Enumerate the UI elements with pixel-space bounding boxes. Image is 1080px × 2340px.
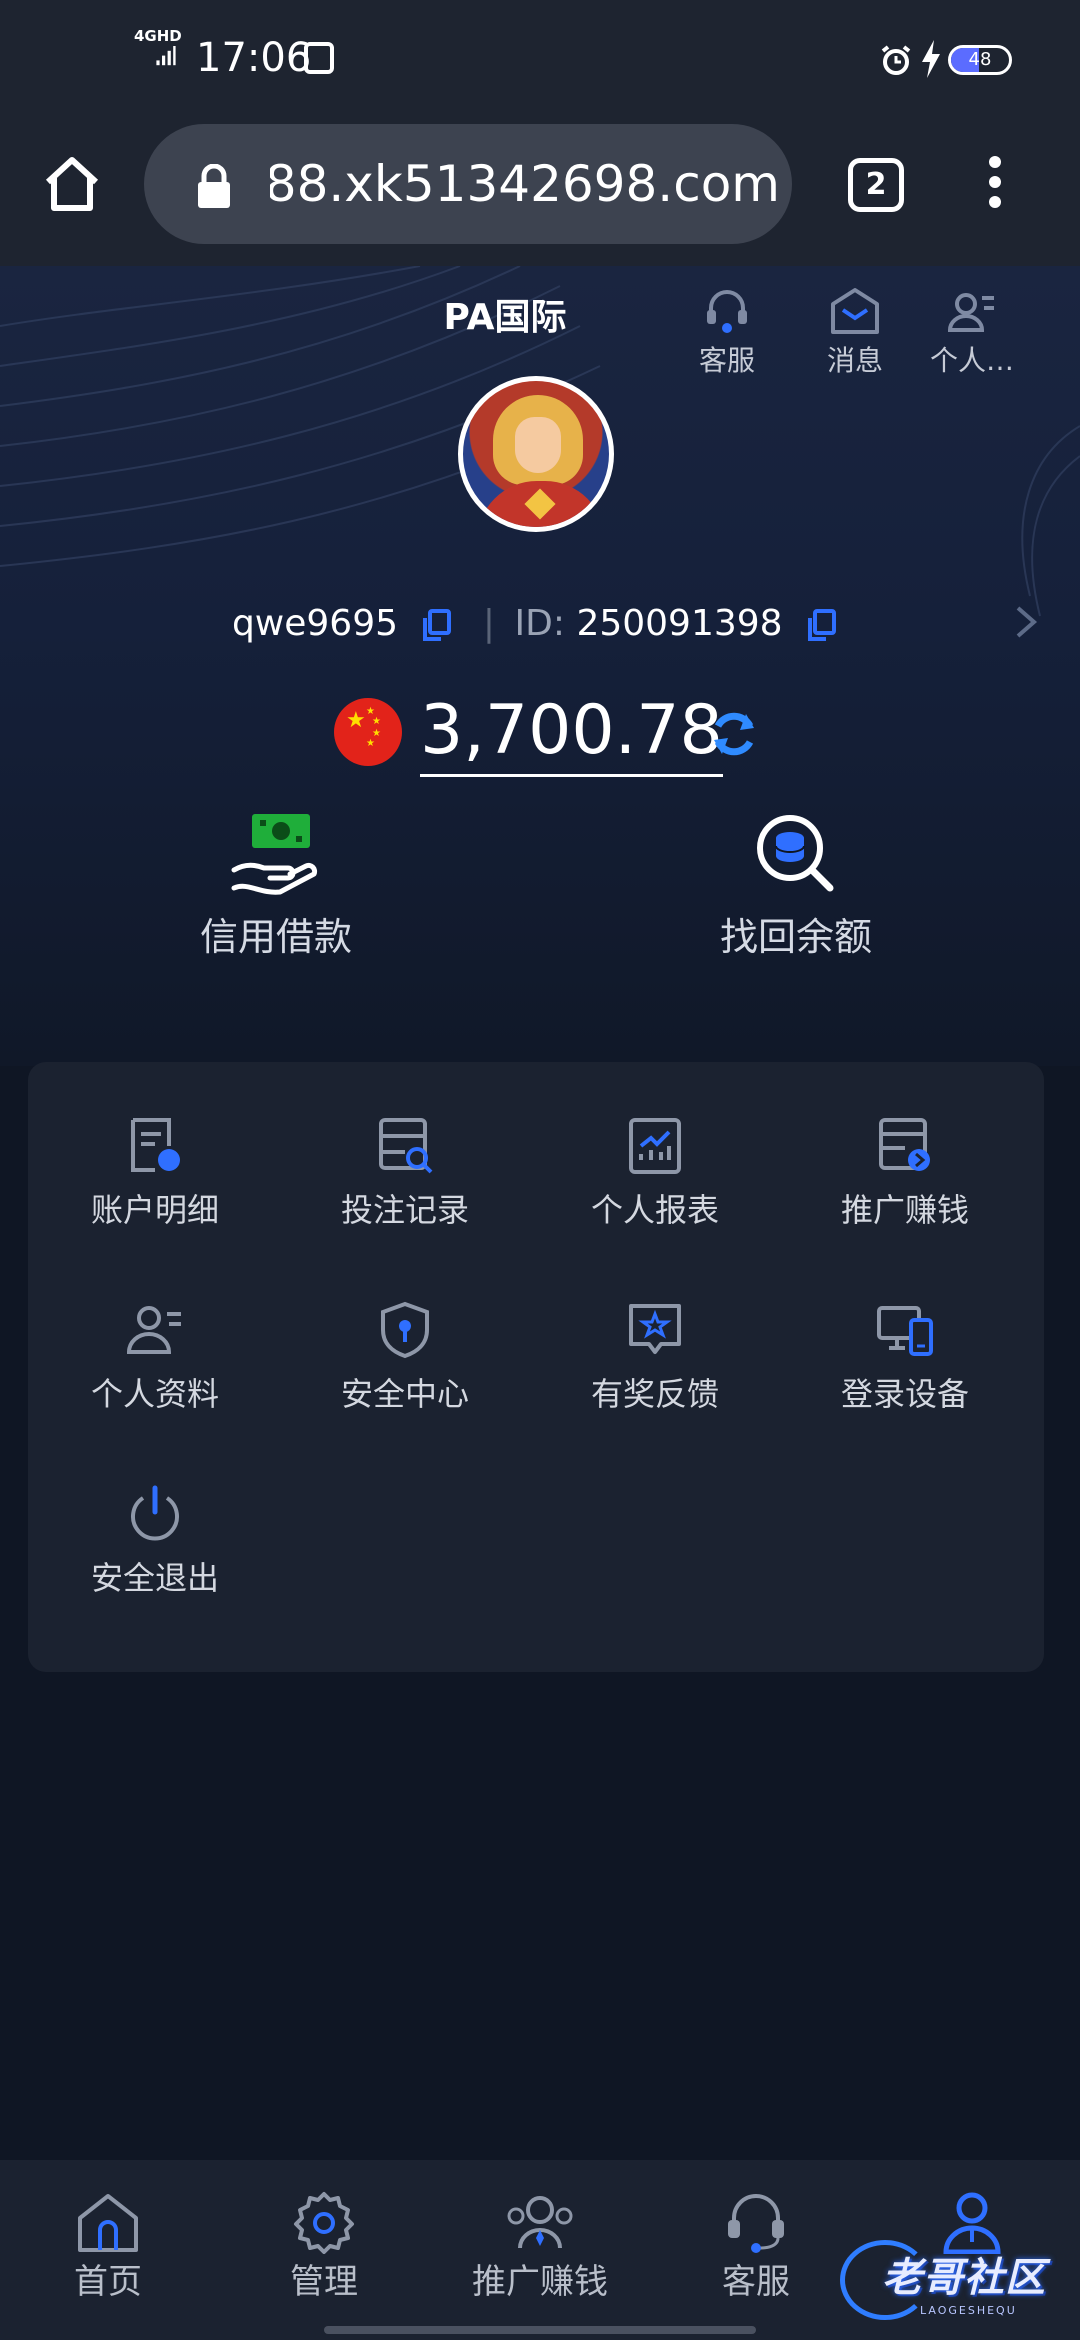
profile-icon [126, 1306, 181, 1354]
group-icon [507, 2196, 573, 2249]
menu-item-promote[interactable]: 推广赚钱 [778, 1116, 1032, 1266]
battery-level: 48 [968, 49, 992, 70]
account-detail-icon [131, 1118, 180, 1172]
report-icon [629, 1118, 681, 1174]
menu-item-personal-report[interactable]: 个人报表 [528, 1116, 782, 1266]
menu-item-profile[interactable]: 个人资料 [28, 1300, 282, 1450]
browser-menu-icon[interactable] [980, 152, 1010, 216]
clock: 17:06 [196, 35, 312, 81]
power-icon [131, 1485, 179, 1541]
headset-icon [707, 290, 747, 333]
site-title: PA国际 [443, 297, 567, 338]
nav-customer-service[interactable]: 客服 [656, 2190, 856, 2302]
battery-indicator: 48 [948, 45, 1012, 75]
network-type: 4GHD [134, 27, 182, 45]
refresh-icon[interactable] [706, 706, 762, 762]
gear-icon [294, 2192, 354, 2254]
menu-item-bet-record[interactable]: 投注记录 [278, 1116, 532, 1266]
cn-flag-icon: ★ ★ ★ ★ ★ [334, 698, 402, 766]
device-icon [877, 1306, 933, 1356]
nav-promote[interactable]: 推广赚钱 [440, 2190, 640, 2302]
lock-icon [198, 164, 230, 208]
function-menu: 账户明细 投注记录 个人报表 推广赚钱 个人资料 安全中心 有奖反馈 登录设备 … [28, 1062, 1044, 1672]
profile-header: PA国际 客服 消息 个人… qwe9695 | ID: 250091398 ★… [0, 266, 1080, 1066]
home-icon [78, 2194, 138, 2252]
alarm-icon [881, 45, 911, 75]
menu-item-feedback[interactable]: 有奖反馈 [528, 1300, 782, 1450]
mail-icon [831, 288, 879, 334]
nav-manage[interactable]: 管理 [224, 2190, 424, 2302]
promote-icon [879, 1118, 930, 1171]
customer-service-button[interactable]: 客服 [662, 286, 792, 378]
credit-loan-button[interactable]: 信用借款 [116, 812, 436, 960]
recover-balance-button[interactable]: 找回余额 [636, 812, 956, 960]
user-id: 250091398 [576, 603, 783, 644]
charging-icon [922, 40, 940, 78]
status-bar: 4GHD 17:06 48 [0, 0, 1080, 120]
personal-info-button[interactable]: 个人… [912, 286, 1032, 378]
menu-item-security-center[interactable]: 安全中心 [278, 1300, 532, 1450]
menu-item-account-detail[interactable]: 账户明细 [28, 1116, 282, 1266]
menu-item-login-devices[interactable]: 登录设备 [778, 1300, 1032, 1450]
notification-icon [304, 42, 334, 74]
home-indicator[interactable] [324, 2326, 756, 2334]
copy-icon[interactable] [806, 609, 837, 641]
id-label: ID: [514, 603, 565, 644]
nav-home[interactable]: 首页 [8, 2190, 208, 2302]
browser-toolbar: gj88.xk51342698.com 2 [0, 120, 1080, 266]
browser-home-icon[interactable] [40, 152, 104, 216]
avatar[interactable] [458, 376, 614, 532]
messages-button[interactable]: 消息 [790, 286, 920, 378]
signal-icon [156, 46, 176, 66]
balance-amount[interactable]: 3,700.78 [420, 690, 723, 777]
username: qwe9695 [231, 603, 399, 644]
divider: | [482, 603, 496, 644]
cash-hand-icon [231, 814, 318, 895]
address-bar[interactable]: gj88.xk51342698.com [144, 124, 792, 244]
search-coins-icon [757, 815, 834, 892]
url-text[interactable]: gj88.xk51342698.com [270, 154, 780, 214]
headset-icon [728, 2194, 784, 2253]
watermark-logo: 老哥社区 LAOGESHEQU [840, 2240, 1070, 2330]
menu-item-logout[interactable]: 安全退出 [28, 1484, 282, 1634]
shield-icon [381, 1301, 429, 1359]
user-info-line: qwe9695 | ID: 250091398 [0, 602, 1080, 646]
feedback-star-icon [629, 1304, 681, 1354]
bet-record-icon [379, 1118, 433, 1174]
profile-card-icon [947, 293, 994, 332]
tab-switcher-button[interactable]: 2 [848, 158, 904, 212]
copy-icon[interactable] [421, 609, 452, 641]
